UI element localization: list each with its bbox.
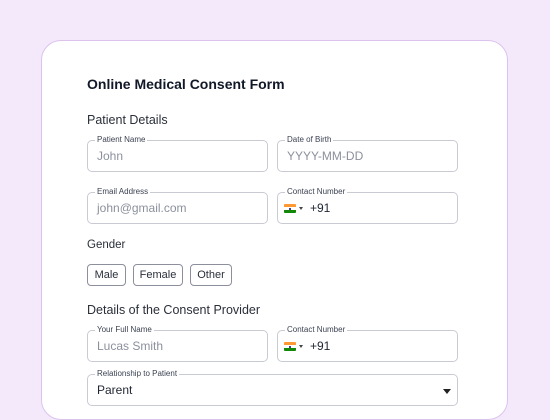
relationship-label: Relationship to Patient [95,369,180,379]
gender-female-button[interactable]: Female [133,264,183,286]
patient-name-field[interactable]: Patient Name John [87,135,268,172]
contact-number-label: Contact Number [285,187,348,197]
patient-details-heading: Patient Details [87,113,168,127]
country-code: +91 [310,201,331,215]
india-flag-icon[interactable] [284,204,296,213]
consent-form-card: Online Medical Consent Form Patient Deta… [41,40,508,420]
country-caret-icon[interactable] [299,207,303,210]
relationship-value: Parent [97,383,133,397]
full-name-label: Your Full Name [95,325,154,335]
india-flag-icon[interactable] [284,342,296,351]
email-placeholder: john@gmail.com [97,201,187,215]
relationship-select[interactable]: Relationship to Patient Parent [87,369,458,406]
gender-other-button[interactable]: Other [190,264,232,286]
contact-number-field[interactable]: Contact Number +91 [277,187,458,224]
patient-name-label: Patient Name [95,135,148,145]
patient-name-placeholder: John [97,149,124,163]
date-of-birth-field[interactable]: Date of Birth YYYY-MM-DD [277,135,458,172]
full-name-placeholder: Lucas Smith [97,339,164,353]
full-name-field[interactable]: Your Full Name Lucas Smith [87,325,268,362]
email-field[interactable]: Email Address john@gmail.com [87,187,268,224]
form-title: Online Medical Consent Form [87,76,285,92]
provider-contact-number-label: Contact Number [285,325,348,335]
chevron-down-icon[interactable] [443,389,451,394]
gender-male-button[interactable]: Male [87,264,126,286]
email-label: Email Address [95,187,151,197]
gender-label: Gender [87,239,126,251]
provider-country-code: +91 [310,339,331,353]
date-of-birth-placeholder: YYYY-MM-DD [287,149,364,163]
provider-contact-number-field[interactable]: Contact Number +91 [277,325,458,362]
date-of-birth-label: Date of Birth [285,135,334,145]
country-caret-icon[interactable] [299,345,303,348]
consent-provider-heading: Details of the Consent Provider [87,303,261,317]
